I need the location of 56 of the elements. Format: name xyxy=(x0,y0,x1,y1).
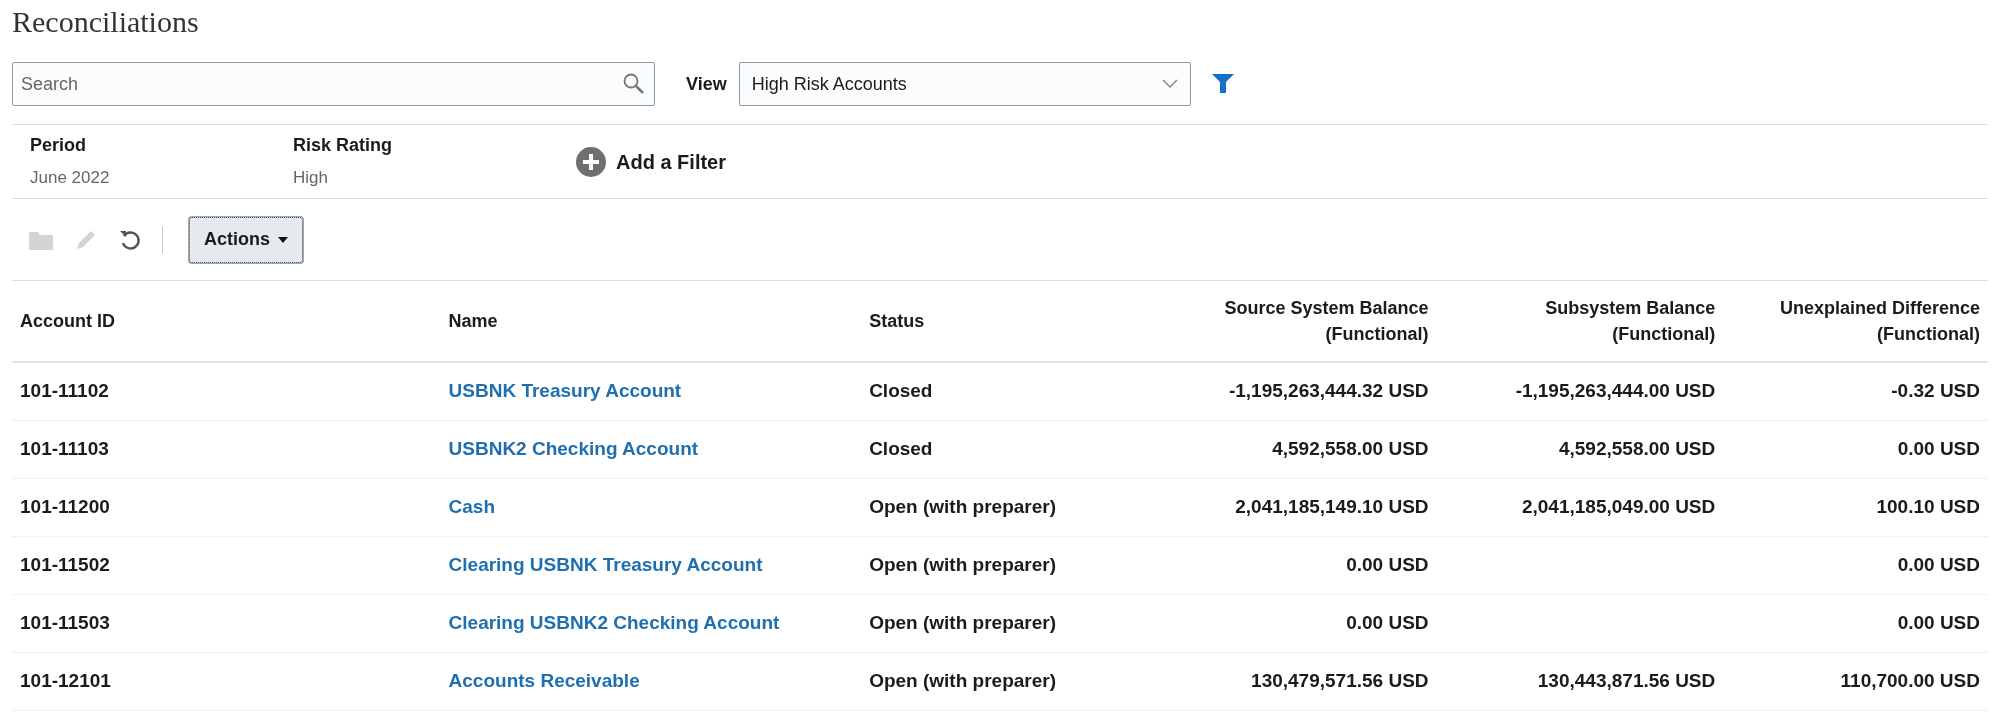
table-cell: Open (with preparer) xyxy=(869,554,1056,576)
table-cell: 4,592,558.00 USD xyxy=(1272,438,1429,460)
column-header[interactable]: Source System Balance (Functional) xyxy=(1128,295,1437,347)
add-filter-button[interactable]: Add a Filter xyxy=(576,146,726,177)
caret-down-icon xyxy=(278,236,288,243)
column-header[interactable]: Status xyxy=(861,308,1129,334)
account-name-link[interactable]: USBNK2 Checking Account xyxy=(448,438,699,460)
table-cell: -0.32 USD xyxy=(1891,380,1980,402)
view-dropdown[interactable]: High Risk Accounts xyxy=(738,62,1191,106)
table-cell: Closed xyxy=(869,380,933,402)
table-cell: Closed xyxy=(869,438,933,460)
page-title: Reconciliations xyxy=(12,4,200,40)
column-header[interactable]: Name xyxy=(440,308,862,334)
table-cell: 101-11103 xyxy=(20,438,109,460)
search-field[interactable]: Search xyxy=(12,62,655,106)
account-name-link[interactable]: Clearing USBNK2 Checking Account xyxy=(448,612,780,634)
table-cell: Open (with preparer) xyxy=(869,496,1056,518)
table-cell: 110,700.00 USD xyxy=(1840,670,1980,692)
filter-label: Risk Rating xyxy=(293,134,394,158)
table-cell: 101-11502 xyxy=(20,554,110,576)
table-cell: 101-11200 xyxy=(20,496,110,518)
filter-value: High xyxy=(293,167,329,190)
table-cell: -1,195,263,444.00 USD xyxy=(1515,380,1716,402)
filter-value: June 2022 xyxy=(30,167,111,190)
table-cell: -1,195,263,444.32 USD xyxy=(1228,380,1429,402)
plus-circle-icon xyxy=(576,146,606,177)
table-cell: 2,041,185,049.00 USD xyxy=(1521,496,1716,518)
actions-button[interactable]: Actions xyxy=(189,216,303,263)
column-header[interactable]: Unexplained Difference (Functional) xyxy=(1723,295,1988,347)
table-cell: 100.10 USD xyxy=(1876,496,1980,518)
table-cell: Open (with preparer) xyxy=(869,670,1056,692)
account-name-link[interactable]: USBNK Treasury Account xyxy=(448,380,682,402)
table-cell: 101-11102 xyxy=(20,380,109,402)
filter-label: Period xyxy=(30,134,87,158)
account-name-link[interactable]: Accounts Receivable xyxy=(448,670,640,692)
search-input[interactable]: Search xyxy=(21,70,622,98)
view-label: View xyxy=(686,72,727,96)
table-cell: Open (with preparer) xyxy=(869,612,1056,634)
table-cell: 4,592,558.00 USD xyxy=(1558,438,1716,460)
table-cell: 130,443,871.56 USD xyxy=(1537,670,1716,692)
table-cell: 0.00 USD xyxy=(1897,438,1980,460)
table-cell: 0.00 USD xyxy=(1346,612,1429,634)
filter-icon[interactable] xyxy=(1210,73,1235,95)
table-cell: 101-11503 xyxy=(20,612,110,634)
table-cell: 130,479,571.56 USD xyxy=(1251,670,1429,692)
account-name-link[interactable]: Clearing USBNK Treasury Account xyxy=(448,554,763,576)
column-header[interactable]: Subsystem Balance (Functional) xyxy=(1436,295,1724,347)
search-icon[interactable] xyxy=(622,72,646,96)
table-cell: 101-12101 xyxy=(20,670,111,692)
table-cell: 0.00 USD xyxy=(1897,554,1980,576)
column-header[interactable]: Account ID xyxy=(12,308,441,334)
table-cell: 2,041,185,149.10 USD xyxy=(1235,496,1429,518)
table-cell: 0.00 USD xyxy=(1897,612,1980,634)
chevron-down-icon xyxy=(1161,79,1178,89)
account-name-link[interactable]: Cash xyxy=(448,496,496,518)
table-cell: 0.00 USD xyxy=(1346,554,1429,576)
